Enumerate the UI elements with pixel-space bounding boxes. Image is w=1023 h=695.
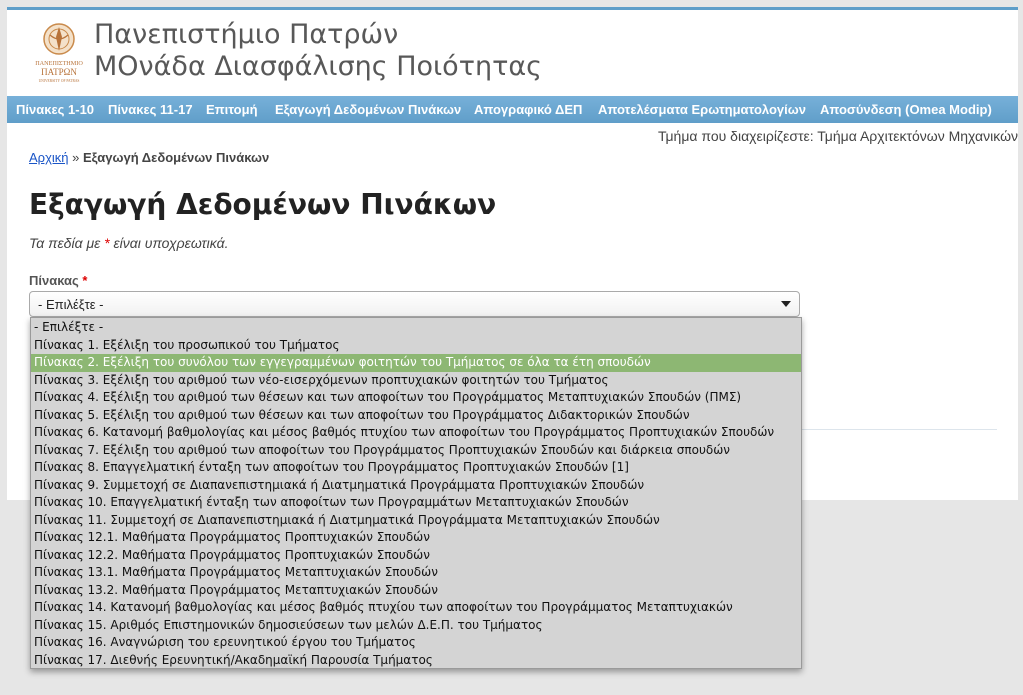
dropdown-option[interactable]: Πίνακας 4. Εξέλιξη του αριθμού των θέσεω… <box>31 389 801 407</box>
dropdown-option[interactable]: Πίνακας 15. Αριθμός Επιστημονικών δημοσι… <box>31 617 801 635</box>
required-note-before: Τα πεδία με <box>29 235 101 251</box>
table-select-dropdown-list: - Επιλέξτε - Πίνακας 1. Εξέλιξη του προσω… <box>30 317 802 669</box>
table-select-label: Πίνακας * <box>29 273 87 288</box>
dropdown-option[interactable]: Πίνακας 13.1. Μαθήματα Προγράμματος Μετα… <box>31 564 801 582</box>
main-nav: Πίνακες 1-10 Πίνακες 11-17 Επιτομή Εξαγω… <box>7 96 1018 123</box>
dropdown-option[interactable]: Πίνακας 12.2. Μαθήματα Προγράμματος Προπ… <box>31 547 801 565</box>
required-fields-note: Τα πεδία με * είναι υποχρεωτικά. <box>29 235 228 251</box>
nav-item-questionnaire-results[interactable]: Αποτελέσματα Ερωτηματολογίων <box>598 102 806 117</box>
university-logo[interactable]: ΠΑΝΕΠΙΣΤΗΜΙΟ ΠΑΤΡΩΝ UNIVERSITY OF PATRAS <box>31 21 87 85</box>
dropdown-option[interactable]: Πίνακας 9. Συμμετοχή σε Διαπανεπιστημιακ… <box>31 477 801 495</box>
dropdown-option[interactable]: Πίνακας 8. Επαγγελματική ένταξη των αποφ… <box>31 459 801 477</box>
svg-text:UNIVERSITY OF PATRAS: UNIVERSITY OF PATRAS <box>39 79 80 83</box>
page-title: Εξαγωγή Δεδομένων Πινάκων <box>29 188 497 221</box>
dropdown-option[interactable]: Πίνακας 14. Κατανομή βαθμολογίας και μέσ… <box>31 599 801 617</box>
dropdown-option[interactable]: Πίνακας 13.2. Μαθήματα Προγράμματος Μετα… <box>31 582 801 600</box>
dropdown-option[interactable]: Πίνακας 10. Επαγγελματική ένταξη των απο… <box>31 494 801 512</box>
dropdown-option[interactable]: - Επιλέξτε - <box>31 319 801 337</box>
svg-text:ΠΑΝΕΠΙΣΤΗΜΙΟ: ΠΑΝΕΠΙΣΤΗΜΙΟ <box>35 60 83 67</box>
table-select-label-text: Πίνακας <box>29 273 79 288</box>
site-name-line2: ΜΟνάδα Διασφάλισης Ποιότητας <box>94 51 542 82</box>
breadcrumb-home-link[interactable]: Αρχική <box>29 150 69 165</box>
dropdown-option[interactable]: Πίνακας 2. Εξέλιξη του συνόλου των εγγεγ… <box>31 354 801 372</box>
site-name[interactable]: Πανεπιστήμιο Πατρών ΜΟνάδα Διασφάλισης Π… <box>94 19 542 83</box>
table-select-required-star: * <box>82 273 88 288</box>
dropdown-option[interactable]: Πίνακας 12.1. Μαθήματα Προγράμματος Προπ… <box>31 529 801 547</box>
nav-item-summary[interactable]: Επιτομή <box>206 102 258 117</box>
breadcrumb-separator: » <box>72 150 80 165</box>
dropdown-option[interactable]: Πίνακας 6. Κατανομή βαθμολογίας και μέσο… <box>31 424 801 442</box>
nav-item-tables-1-10[interactable]: Πίνακες 1-10 <box>16 102 94 117</box>
browser-top-strip <box>0 0 1023 7</box>
content-divider <box>802 429 997 430</box>
nav-item-tables-11-17[interactable]: Πίνακες 11-17 <box>108 102 193 117</box>
site-header: ΠΑΝΕΠΙΣΤΗΜΙΟ ΠΑΤΡΩΝ UNIVERSITY OF PATRAS… <box>7 10 1018 96</box>
breadcrumb: Αρχική » Εξαγωγή Δεδομένων Πινάκων <box>29 150 269 165</box>
nav-item-export-data[interactable]: Εξαγωγή Δεδομένων Πινάκων <box>275 102 461 117</box>
site-name-line1: Πανεπιστήμιο Πατρών <box>94 19 399 50</box>
nav-item-dep-census[interactable]: Απογραφικό ΔΕΠ <box>474 102 582 117</box>
managed-department: Τμήμα που διαχειρίζεστε: Τμήμα Αρχιτεκτό… <box>657 128 1018 144</box>
dropdown-arrow-icon <box>781 301 791 307</box>
nav-item-logout[interactable]: Αποσύνδεση (Omea Modip) <box>820 102 992 117</box>
dropdown-option[interactable]: Πίνακας 16. Αναγνώριση του ερευνητικού έ… <box>31 634 801 652</box>
svg-text:ΠΑΤΡΩΝ: ΠΑΤΡΩΝ <box>41 67 77 77</box>
dropdown-option[interactable]: Πίνακας 3. Εξέλιξη του αριθμού των νέο-ε… <box>31 372 801 390</box>
dropdown-option[interactable]: Πίνακας 1. Εξέλιξη του προσωπικού του Τμ… <box>31 337 801 355</box>
dropdown-option[interactable]: Πίνακας 7. Εξέλιξη του αριθμού των αποφο… <box>31 442 801 460</box>
required-note-star: * <box>104 235 110 251</box>
table-select[interactable]: - Επιλέξτε - <box>29 291 800 317</box>
dropdown-option[interactable]: Πίνακας 17. Διεθνής Ερευνητική/Ακαδημαϊκ… <box>31 652 801 670</box>
dropdown-option[interactable]: Πίνακας 11. Συμμετοχή σε Διαπανεπιστημια… <box>31 512 801 530</box>
university-logo-icon: ΠΑΝΕΠΙΣΤΗΜΙΟ ΠΑΤΡΩΝ UNIVERSITY OF PATRAS <box>35 23 83 83</box>
dropdown-option[interactable]: Πίνακας 5. Εξέλιξη του αριθμού των θέσεω… <box>31 407 801 425</box>
breadcrumb-current: Εξαγωγή Δεδομένων Πινάκων <box>83 150 270 165</box>
table-select-value: - Επιλέξτε - <box>38 297 104 312</box>
required-note-after: είναι υποχρεωτικά. <box>113 235 229 251</box>
